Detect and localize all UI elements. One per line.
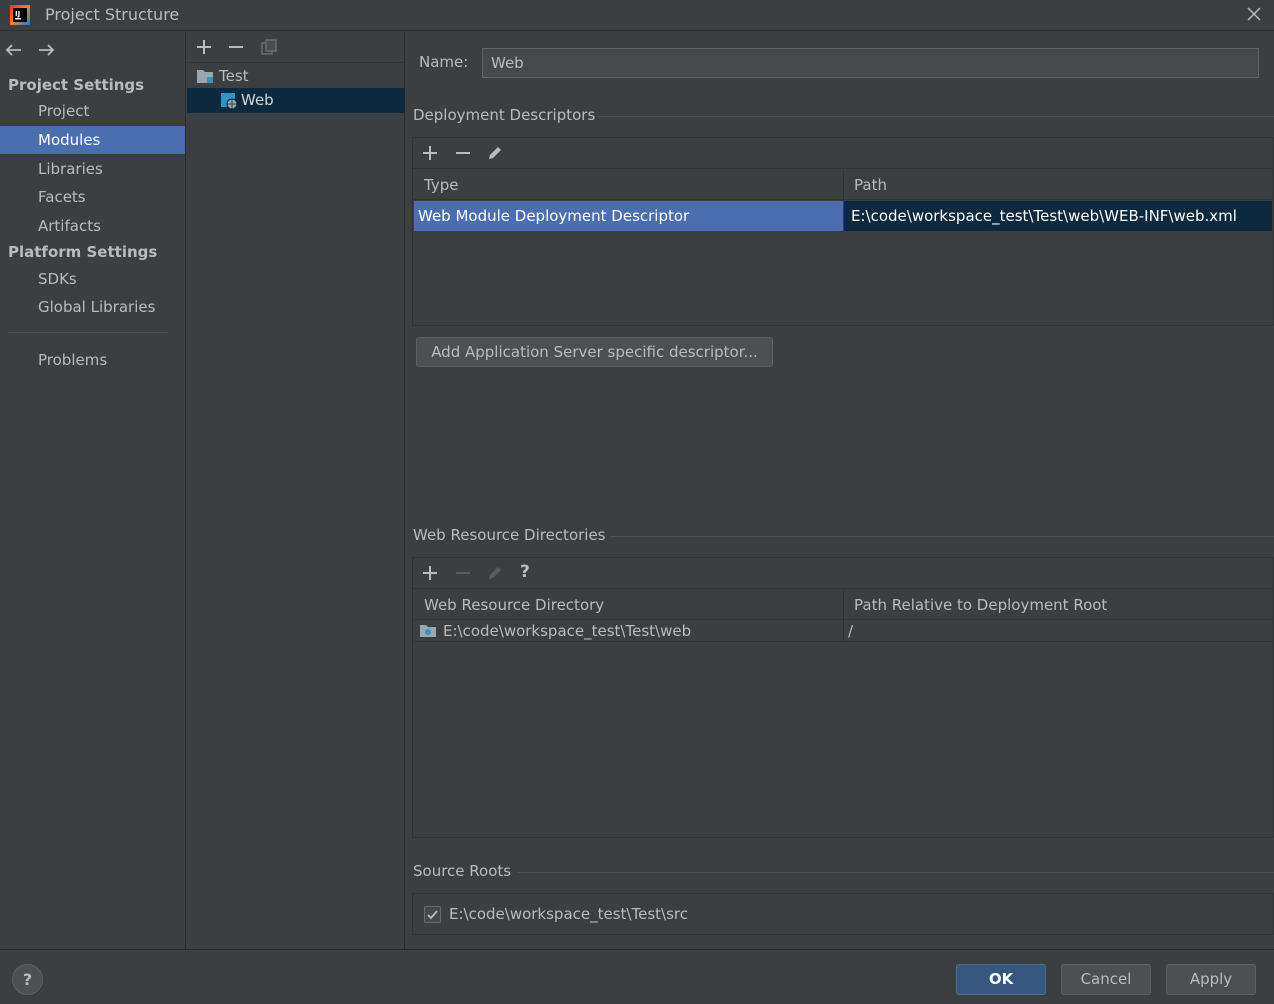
web-resource-directories-title: Web Resource Directories <box>413 526 606 544</box>
table-toolbar-separator <box>413 168 1274 169</box>
module-name-input[interactable]: Web <box>482 48 1259 78</box>
tree-node-web[interactable]: Web <box>187 88 405 113</box>
forward-arrow-icon[interactable] <box>36 40 56 60</box>
sidebar-item-modules[interactable]: Modules <box>0 126 185 154</box>
sidebar-item-libraries[interactable]: Libraries <box>0 155 185 183</box>
add-directory-icon[interactable] <box>420 563 440 583</box>
relative-path-cell: / <box>848 622 854 640</box>
source-roots-title: Source Roots <box>413 862 512 880</box>
window-title: Project Structure <box>45 5 180 24</box>
sidebar-item-global-libraries[interactable]: Global Libraries <box>0 293 185 321</box>
project-settings-heading: Project Settings <box>8 76 145 94</box>
column-header-path[interactable]: Path <box>844 170 1274 200</box>
deployment-descriptors-title: Deployment Descriptors <box>413 106 596 124</box>
tree-node-test-label: Test <box>219 67 249 85</box>
sidebar-item-facets[interactable]: Facets <box>0 183 185 211</box>
source-root-checkbox[interactable] <box>424 906 441 923</box>
help-button[interactable]: ? <box>12 964 43 995</box>
add-icon[interactable] <box>194 37 214 57</box>
web-facet-icon <box>221 93 238 110</box>
platform-settings-heading: Platform Settings <box>8 243 158 261</box>
column-header-type[interactable]: Type <box>414 170 844 200</box>
copy-icon[interactable] <box>259 37 279 57</box>
checkmark-icon <box>427 910 438 920</box>
apply-button[interactable]: Apply <box>1166 964 1256 995</box>
resource-directory-cell: E:\code\workspace_test\Test\web <box>443 622 692 640</box>
sidebar-item-problems[interactable]: Problems <box>0 346 185 374</box>
help-question-icon[interactable]: ? <box>520 562 530 582</box>
svg-text:IJ: IJ <box>15 10 20 18</box>
table-toolbar-separator <box>413 588 1274 589</box>
remove-descriptor-icon[interactable] <box>453 143 473 163</box>
web-folder-icon <box>420 625 436 637</box>
back-arrow-icon[interactable] <box>4 40 24 60</box>
group-separator <box>518 872 1274 873</box>
module-folder-icon <box>197 70 213 83</box>
sidebar-item-sdks[interactable]: SDKs <box>0 265 185 293</box>
sidebar-item-artifacts[interactable]: Artifacts <box>0 212 185 240</box>
close-icon[interactable] <box>1243 3 1265 25</box>
add-server-descriptor-button[interactable]: Add Application Server specific descript… <box>416 337 773 367</box>
group-separator <box>610 536 1274 537</box>
table-row[interactable]: E:\code\workspace_test\Test\web / <box>414 620 1274 642</box>
add-descriptor-icon[interactable] <box>420 143 440 163</box>
tree-toolbar-separator <box>187 62 405 63</box>
sidebar-divider <box>8 332 168 333</box>
descriptor-type-cell: Web Module Deployment Descriptor <box>414 201 843 231</box>
sidebar-item-project[interactable]: Project <box>0 97 185 125</box>
remove-directory-icon[interactable] <box>453 563 473 583</box>
name-label: Name: <box>419 53 469 71</box>
tree-node-web-label: Web <box>241 91 274 109</box>
edit-directory-icon[interactable] <box>485 563 505 583</box>
intellij-app-icon: IJ <box>10 5 30 25</box>
group-separator <box>598 116 1274 117</box>
source-root-path: E:\code\workspace_test\Test\src <box>449 905 688 923</box>
remove-icon[interactable] <box>226 37 246 57</box>
edit-pencil-icon[interactable] <box>485 143 505 163</box>
module-tree-panel <box>187 32 405 949</box>
cancel-button[interactable]: Cancel <box>1061 964 1151 995</box>
ok-button[interactable]: OK <box>956 964 1046 995</box>
table-row[interactable]: Web Module Deployment Descriptor E:\code… <box>414 201 1274 231</box>
title-bar: IJ Project Structure <box>0 0 1274 31</box>
descriptor-path-cell: E:\code\workspace_test\Test\web\WEB-INF\… <box>844 201 1272 231</box>
deployment-descriptors-table <box>412 137 1274 326</box>
